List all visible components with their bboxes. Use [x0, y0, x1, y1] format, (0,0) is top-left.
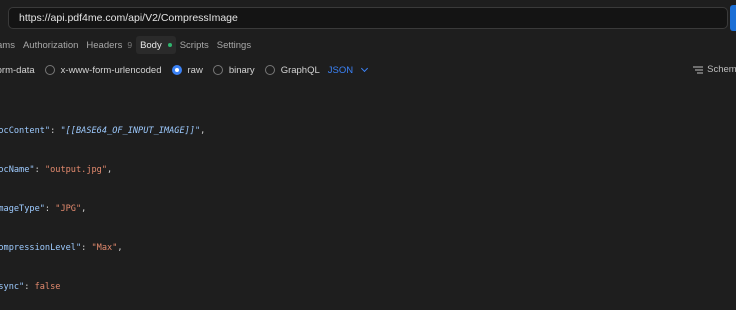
json-value: "Max"	[91, 243, 118, 253]
tab-body-label: Body	[140, 39, 162, 51]
body-type-raw[interactable]: raw	[171, 64, 203, 76]
send-button-edge[interactable]	[730, 5, 736, 31]
request-editor: https://api.pdf4me.com/api/V2/CompressIm…	[0, 0, 736, 310]
json-key: "async"	[0, 282, 25, 292]
radio-raw[interactable]	[171, 65, 182, 75]
code-line: "docName": "output.jpg",	[0, 164, 205, 177]
body-type-raw-label: raw	[187, 64, 203, 76]
json-key: "imageType"	[0, 204, 45, 214]
json-value: "JPG"	[55, 204, 82, 214]
body-type-urlencoded[interactable]: x-www-form-urlencoded	[44, 64, 162, 76]
body-type-selector: form-data x-www-form-urlencoded raw bina…	[0, 62, 369, 78]
json-value: "output.jpg"	[44, 165, 108, 175]
code-line: "async": false	[0, 281, 205, 294]
tab-params[interactable]: ams	[0, 36, 19, 54]
code-line: "docContent": "[[BASE64_OF_INPUT_IMAGE]]…	[0, 125, 205, 138]
schema-button[interactable]: Schema	[693, 64, 736, 75]
tab-authorization[interactable]: Authorization	[19, 36, 82, 54]
tab-headers[interactable]: Headers 9	[82, 36, 136, 54]
url-input[interactable]: https://api.pdf4me.com/api/V2/CompressIm…	[8, 7, 728, 29]
radio-binary[interactable]	[212, 65, 223, 75]
body-type-urlencoded-label: x-www-form-urlencoded	[60, 64, 162, 76]
body-type-graphql-label: GraphQL	[280, 64, 320, 76]
body-type-binary[interactable]: binary	[212, 64, 255, 76]
schema-icon	[693, 66, 704, 73]
body-type-form-data-label: form-data	[0, 64, 35, 76]
code-line: "imageType": "JPG",	[0, 203, 205, 216]
tab-scripts[interactable]: Scripts	[176, 36, 213, 54]
tab-settings[interactable]: Settings	[213, 36, 255, 54]
raw-format-dropdown[interactable]: JSON	[327, 64, 369, 76]
radio-urlencoded[interactable]	[44, 65, 55, 75]
request-body-editor[interactable]: "docContent": "[[BASE64_OF_INPUT_IMAGE]]…	[0, 99, 205, 310]
body-type-graphql[interactable]: GraphQL	[264, 64, 320, 76]
body-active-dot	[167, 43, 172, 47]
code-line: "compressionLevel": "Max",	[0, 242, 205, 255]
url-text[interactable]: https://api.pdf4me.com/api/V2/CompressIm…	[19, 12, 238, 24]
headers-count-badge: 9	[127, 40, 133, 50]
tab-headers-label: Headers	[86, 39, 123, 51]
body-type-form-data[interactable]: form-data	[0, 65, 35, 76]
json-value: false	[34, 282, 61, 292]
raw-format-label: JSON	[327, 64, 354, 76]
json-key: "docContent"	[0, 126, 51, 136]
json-key: "docName"	[0, 165, 35, 175]
json-key: "compressionLevel"	[0, 243, 82, 253]
tab-body[interactable]: Body	[136, 36, 176, 54]
request-tabs: ams Authorization Headers 9 Body Scripts…	[0, 36, 255, 54]
chevron-down-icon	[361, 64, 369, 73]
schema-label: Schema	[707, 64, 736, 75]
body-type-binary-label: binary	[228, 64, 255, 76]
radio-graphql[interactable]	[264, 65, 275, 75]
json-value: "[[BASE64_OF_INPUT_IMAGE]]"	[60, 126, 201, 136]
